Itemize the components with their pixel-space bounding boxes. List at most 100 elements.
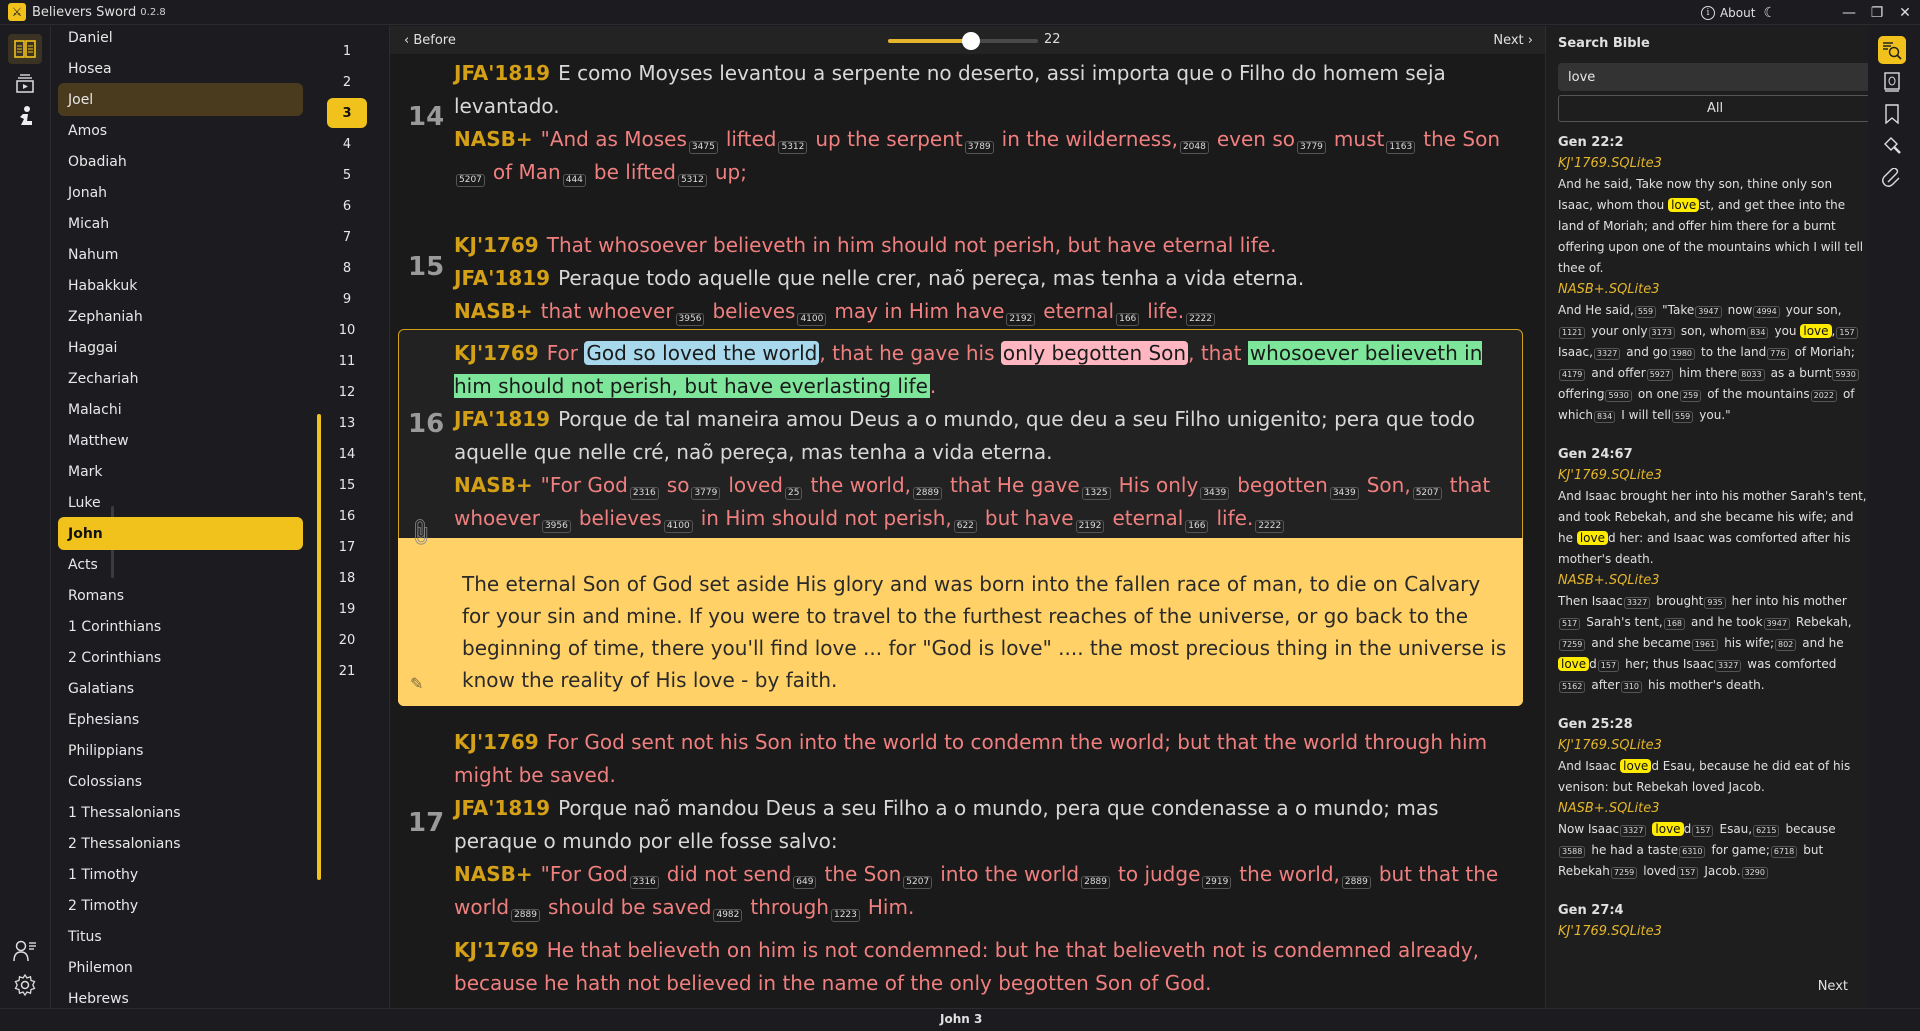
book-item[interactable]: Malachi xyxy=(58,393,303,426)
translation-line[interactable]: JFA'1819 Porque naõ mandou Deus a seu Fil… xyxy=(454,792,1514,858)
strongs-number[interactable]: 5930 xyxy=(1832,369,1859,381)
bookmarks-button[interactable] xyxy=(1878,100,1906,128)
strongs-number[interactable]: 5162 xyxy=(1559,681,1586,693)
search-next-button[interactable]: Next xyxy=(1818,979,1848,994)
strongs-number[interactable]: 2022 xyxy=(1810,390,1837,402)
strongs-number[interactable]: 622 xyxy=(953,520,977,533)
modules-button[interactable] xyxy=(1878,68,1906,96)
strongs-number[interactable]: 6215 xyxy=(1753,825,1780,837)
book-item[interactable]: 1 Timothy xyxy=(58,858,303,891)
book-item[interactable]: 1 Corinthians xyxy=(58,610,303,643)
strongs-number[interactable]: 3439 xyxy=(1200,487,1230,500)
translation-line[interactable]: JFA'1819 E como Moyses levantou a serpent… xyxy=(454,57,1514,123)
strongs-number[interactable]: 2192 xyxy=(1075,520,1105,533)
chapter-item[interactable]: 1 xyxy=(327,36,367,66)
strongs-number[interactable]: 7259 xyxy=(1610,867,1638,879)
book-item[interactable]: Daniel xyxy=(58,26,303,54)
strongs-number[interactable]: 2919 xyxy=(1202,876,1232,889)
chapter-item[interactable]: 16 xyxy=(327,501,367,531)
strongs-number[interactable]: 834 xyxy=(1747,327,1769,339)
chapter-item[interactable]: 21 xyxy=(327,656,367,686)
book-item[interactable]: Zephaniah xyxy=(58,300,303,333)
chapter-item[interactable]: 14 xyxy=(327,439,367,469)
book-item[interactable]: Joel xyxy=(58,83,303,116)
strongs-number[interactable]: 7259 xyxy=(1559,639,1586,651)
book-item[interactable]: Amos xyxy=(58,114,303,147)
strongs-number[interactable]: 1325 xyxy=(1081,487,1111,500)
strongs-number[interactable]: 834 xyxy=(1593,411,1616,423)
minimize-button[interactable]: — xyxy=(1836,5,1862,21)
strongs-number[interactable]: 2889 xyxy=(1341,876,1371,889)
strongs-number[interactable]: 3956 xyxy=(675,313,705,326)
strongs-number[interactable]: 157 xyxy=(1597,660,1620,672)
strongs-number[interactable]: 2048 xyxy=(1179,141,1209,154)
strongs-number[interactable]: 1163 xyxy=(1386,141,1416,154)
strongs-number[interactable]: 5207 xyxy=(1412,487,1442,500)
chapter-item[interactable]: 18 xyxy=(327,563,367,593)
book-item[interactable]: Philemon xyxy=(58,951,303,984)
translation-line[interactable]: JFA'1819 Porque de tal maneira amou Deus … xyxy=(454,403,1514,469)
translation-line[interactable]: KJ'1769 He that believeth on him is not c… xyxy=(454,934,1514,1000)
book-item[interactable]: Titus xyxy=(58,920,303,953)
font-size-slider[interactable] xyxy=(888,32,1038,50)
close-button[interactable]: ✕ xyxy=(1892,5,1918,21)
strongs-number[interactable]: 3956 xyxy=(541,520,571,533)
edit-note-icon[interactable]: ✎ xyxy=(410,674,423,693)
translation-line[interactable]: NASB+ "For God 2316 so 3779 loved 25 the world,… xyxy=(454,469,1514,535)
chapter-item[interactable]: 17 xyxy=(327,532,367,562)
strongs-number[interactable]: 310 xyxy=(1620,681,1643,693)
book-item[interactable]: Mark xyxy=(58,455,303,488)
chapter-item[interactable]: 3 xyxy=(327,98,367,128)
strongs-number[interactable]: 3779 xyxy=(691,487,721,500)
strongs-number[interactable]: 559 xyxy=(1672,411,1694,423)
book-item[interactable]: 2 Corinthians xyxy=(58,641,303,674)
book-item[interactable]: Luke xyxy=(58,486,303,519)
media-button[interactable] xyxy=(8,68,42,98)
strongs-number[interactable]: 517 xyxy=(1559,618,1581,630)
chapter-item[interactable]: 4 xyxy=(327,129,367,159)
book-item[interactable]: Acts xyxy=(58,548,303,581)
book-item[interactable]: Ephesians xyxy=(58,703,303,736)
search-result[interactable]: Gen 25:28 KJ'1769.SQLite3 And Isaac love d … xyxy=(1558,714,1868,882)
strongs-number[interactable]: 776 xyxy=(1767,348,1789,360)
strongs-number[interactable]: 4994 xyxy=(1753,306,1780,318)
strongs-number[interactable]: 5207 xyxy=(456,174,485,187)
chapter-item[interactable]: 20 xyxy=(327,625,367,655)
strongs-number[interactable]: 6718 xyxy=(1770,846,1798,858)
chapter-item[interactable]: 9 xyxy=(327,284,367,314)
chapter-item[interactable]: 2 xyxy=(327,67,367,97)
strongs-number[interactable]: 1980 xyxy=(1668,348,1695,360)
strongs-number[interactable]: 157 xyxy=(1677,867,1699,879)
book-item[interactable]: Colossians xyxy=(58,765,303,798)
strongs-number[interactable]: 166 xyxy=(1185,520,1209,533)
strongs-number[interactable]: 8033 xyxy=(1738,369,1765,381)
search-result[interactable]: Gen 22:2 KJ'1769.SQLite3 And he said, Take… xyxy=(1558,132,1868,426)
strongs-number[interactable]: 2316 xyxy=(629,876,659,889)
chapter-item[interactable]: 8 xyxy=(327,253,367,283)
strongs-number[interactable]: 1223 xyxy=(830,909,860,922)
result-reference[interactable]: Gen 25:28 xyxy=(1558,714,1868,735)
strongs-number[interactable]: 2222 xyxy=(1255,520,1285,533)
strongs-number[interactable]: 935 xyxy=(1704,597,1726,609)
strongs-number[interactable]: 3327 xyxy=(1620,825,1647,837)
book-item[interactable]: 2 Thessalonians xyxy=(58,827,303,860)
strongs-number[interactable]: 3789 xyxy=(964,141,994,154)
book-item[interactable]: Hebrews xyxy=(58,982,303,1008)
strongs-number[interactable]: 3947 xyxy=(1695,306,1722,318)
strongs-number[interactable]: 5312 xyxy=(677,174,707,187)
book-item[interactable]: Hosea xyxy=(58,52,303,85)
search-input[interactable] xyxy=(1558,63,1872,91)
strongs-number[interactable]: 3327 xyxy=(1593,348,1621,360)
strongs-number[interactable]: 4179 xyxy=(1559,369,1586,381)
result-reference[interactable]: Gen 22:2 xyxy=(1558,132,1868,153)
prayer-button[interactable] xyxy=(8,102,42,132)
book-item[interactable]: 2 Timothy xyxy=(58,889,303,922)
strongs-number[interactable]: 5207 xyxy=(903,876,933,889)
about-button[interactable]: i About xyxy=(1700,5,1755,20)
next-chapter-button[interactable]: Next › xyxy=(1493,33,1533,48)
strongs-number[interactable]: 3290 xyxy=(1741,867,1768,879)
strongs-number[interactable]: 1961 xyxy=(1691,639,1719,651)
strongs-number[interactable]: 25 xyxy=(784,487,803,500)
translation-line[interactable]: KJ'1769 For God sent not his Son into the… xyxy=(454,726,1514,792)
chapter-item[interactable]: 5 xyxy=(327,160,367,190)
